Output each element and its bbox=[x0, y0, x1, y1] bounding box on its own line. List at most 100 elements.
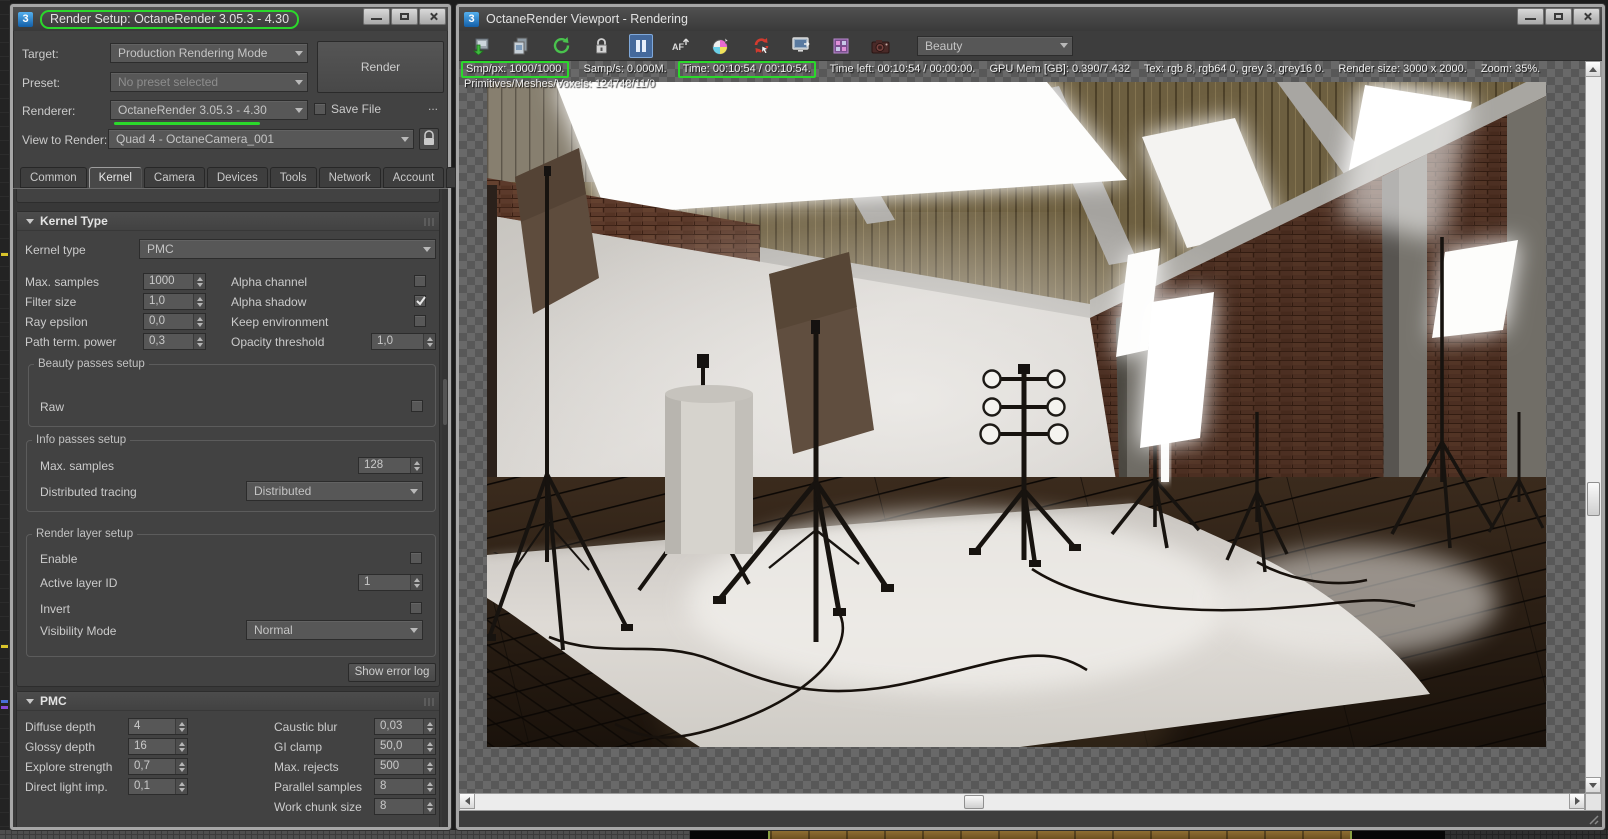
gi-clamp-spinner[interactable]: 50,0 bbox=[374, 738, 436, 755]
opacity-threshold-spinner[interactable]: 1,0 bbox=[371, 333, 436, 350]
render-setup-titlebar[interactable]: 3 Render Setup: OctaneRender 3.05.3 - 4.… bbox=[13, 7, 448, 31]
svg-text:AF: AF bbox=[672, 42, 684, 52]
gpu-memory: GPU Mem [GB]: 0.390/7.432 bbox=[989, 63, 1131, 75]
copy-to-clipboard-button[interactable] bbox=[509, 34, 533, 58]
save-file-checkbox[interactable] bbox=[314, 103, 326, 115]
info-max-samples-spinner[interactable]: 128 bbox=[358, 457, 423, 474]
alpha-channel-checkbox[interactable] bbox=[414, 275, 426, 287]
max-rejects-spinner[interactable]: 500 bbox=[374, 758, 436, 775]
parallel-samples-spinner[interactable]: 8 bbox=[374, 778, 436, 795]
lock-view-button[interactable] bbox=[419, 128, 439, 150]
scroll-left-button[interactable] bbox=[459, 793, 475, 809]
tab-network[interactable]: Network bbox=[318, 167, 381, 188]
tab-kernel[interactable]: Kernel bbox=[88, 167, 142, 188]
chevron-down-icon bbox=[406, 627, 422, 633]
preset-dropdown[interactable]: No preset selected bbox=[110, 72, 308, 92]
scroll-down-button[interactable] bbox=[1585, 777, 1601, 793]
tab-camera[interactable]: Camera bbox=[143, 167, 205, 188]
maximize-button[interactable] bbox=[391, 8, 418, 25]
render-priority-button[interactable] bbox=[749, 34, 773, 58]
kernel-type-dropdown[interactable]: PMC bbox=[139, 239, 436, 259]
direct-light-imp-spinner[interactable]: 0,1 bbox=[128, 778, 188, 795]
visibility-mode-dropdown[interactable]: Normal bbox=[246, 620, 423, 640]
renderer-dropdown[interactable]: OctaneRender 3.05.3 - 4.30 bbox=[110, 100, 308, 120]
time-left: Time left: 00:10:54 / 00:00:00. bbox=[829, 63, 976, 75]
ray-epsilon-spinner[interactable]: 0,0 bbox=[143, 313, 206, 330]
restart-render-icon bbox=[553, 37, 569, 54]
save-file-browse-button[interactable]: ... bbox=[428, 99, 438, 113]
close-button[interactable] bbox=[1573, 8, 1600, 25]
kernel-type-rollout-header[interactable]: Kernel Type bbox=[17, 212, 439, 231]
render-pass-dropdown[interactable]: Beauty bbox=[917, 35, 1073, 56]
minimize-button[interactable] bbox=[363, 8, 390, 25]
target-dropdown[interactable]: Production Rendering Mode bbox=[110, 43, 308, 63]
scrollbar-corner bbox=[1585, 793, 1602, 811]
chevron-down-icon bbox=[291, 79, 307, 85]
horizontal-scrollbar-thumb[interactable] bbox=[964, 795, 984, 809]
invert-checkbox[interactable] bbox=[410, 602, 422, 614]
view-to-render-dropdown[interactable]: Quad 4 - OctaneCamera_001 bbox=[108, 129, 414, 149]
close-button[interactable] bbox=[419, 8, 446, 25]
explore-strength-label: Explore strength bbox=[25, 760, 113, 774]
explore-strength-spinner[interactable]: 0,7 bbox=[128, 758, 188, 775]
diffuse-depth-spinner[interactable]: 4 bbox=[128, 718, 188, 735]
show-error-log-button[interactable]: Show error log bbox=[348, 663, 436, 682]
filter-size-label: Filter size bbox=[25, 295, 77, 309]
raw-checkbox[interactable] bbox=[411, 400, 423, 412]
samples-per-second: Samp/s: 0.000M. bbox=[583, 63, 667, 75]
work-chunk-size-spinner[interactable]: 8 bbox=[374, 798, 436, 815]
camera-export-button[interactable] bbox=[869, 34, 893, 58]
tab-common[interactable]: Common bbox=[20, 167, 87, 188]
sub-sampling-icon bbox=[833, 38, 849, 53]
active-layer-id-spinner[interactable]: 1 bbox=[358, 574, 423, 591]
pause-render-button[interactable] bbox=[629, 33, 653, 58]
viewport-follow-button[interactable] bbox=[789, 34, 813, 58]
autofocus-pick-button[interactable]: AF bbox=[669, 34, 693, 58]
caustic-blur-spinner[interactable]: 0,03 bbox=[374, 718, 436, 735]
trackview-key-mark bbox=[1, 700, 8, 703]
panel-scrollbar-thumb[interactable] bbox=[443, 379, 447, 425]
scroll-up-button[interactable] bbox=[1585, 61, 1601, 77]
ray-epsilon-label: Ray epsilon bbox=[25, 315, 88, 329]
trackview-key-mark bbox=[1, 706, 8, 709]
target-label: Target: bbox=[22, 47, 59, 61]
scroll-right-button[interactable] bbox=[1569, 793, 1585, 809]
viewport-titlebar[interactable]: 3 OctaneRender Viewport - Rendering bbox=[459, 7, 1602, 31]
vertical-scrollbar[interactable] bbox=[1585, 61, 1602, 793]
white-balance-pick-button[interactable] bbox=[709, 34, 733, 58]
resize-grip-icon bbox=[1589, 815, 1599, 825]
chevron-down-icon bbox=[291, 107, 307, 113]
tab-devices[interactable]: Devices bbox=[206, 167, 268, 188]
zoom-level: Zoom: 35%. bbox=[1480, 63, 1541, 75]
lock-resolution-button[interactable] bbox=[589, 34, 613, 58]
vertical-scrollbar-thumb[interactable] bbox=[1587, 482, 1600, 516]
viewport-canvas[interactable]: Smp/px: 1000/1000. Samp/s: 0.000M. Time:… bbox=[459, 61, 1585, 793]
sub-sampling-button[interactable] bbox=[829, 34, 853, 58]
path-term-power-spinner[interactable]: 0,3 bbox=[143, 333, 206, 350]
gi-clamp-label: GI clamp bbox=[274, 740, 323, 754]
render-status-line1: Smp/px: 1000/1000. Samp/s: 0.000M. Time:… bbox=[461, 61, 1551, 78]
panel-scrollbar[interactable] bbox=[442, 189, 448, 827]
maximize-button[interactable] bbox=[1545, 8, 1572, 25]
render-setup-tabs: Common Kernel Camera Devices Tools Netwo… bbox=[20, 166, 516, 190]
horizontal-scrollbar[interactable] bbox=[459, 793, 1585, 811]
work-chunk-size-label: Work chunk size bbox=[274, 800, 362, 814]
restart-render-button[interactable] bbox=[549, 34, 573, 58]
keep-environment-checkbox[interactable] bbox=[414, 315, 426, 327]
render-button[interactable]: Render bbox=[317, 41, 444, 93]
pmc-rollout-header[interactable]: PMC bbox=[17, 692, 439, 711]
collapse-arrow-icon bbox=[26, 698, 34, 704]
save-render-button[interactable] bbox=[469, 34, 493, 58]
alpha-shadow-label: Alpha shadow bbox=[231, 295, 307, 309]
alpha-shadow-checkbox[interactable] bbox=[414, 295, 426, 307]
minimize-button[interactable] bbox=[1517, 8, 1544, 25]
distributed-tracing-dropdown[interactable]: Distributed bbox=[246, 481, 423, 501]
partial-rollout bbox=[16, 189, 440, 203]
tab-account[interactable]: Account bbox=[382, 167, 445, 188]
background-bottom-strip bbox=[0, 830, 1608, 839]
filter-size-spinner[interactable]: 1,0 bbox=[143, 293, 206, 310]
glossy-depth-spinner[interactable]: 16 bbox=[128, 738, 188, 755]
enable-checkbox[interactable] bbox=[410, 552, 422, 564]
tab-tools[interactable]: Tools bbox=[269, 167, 317, 188]
max-samples-spinner[interactable]: 1000 bbox=[143, 273, 206, 290]
